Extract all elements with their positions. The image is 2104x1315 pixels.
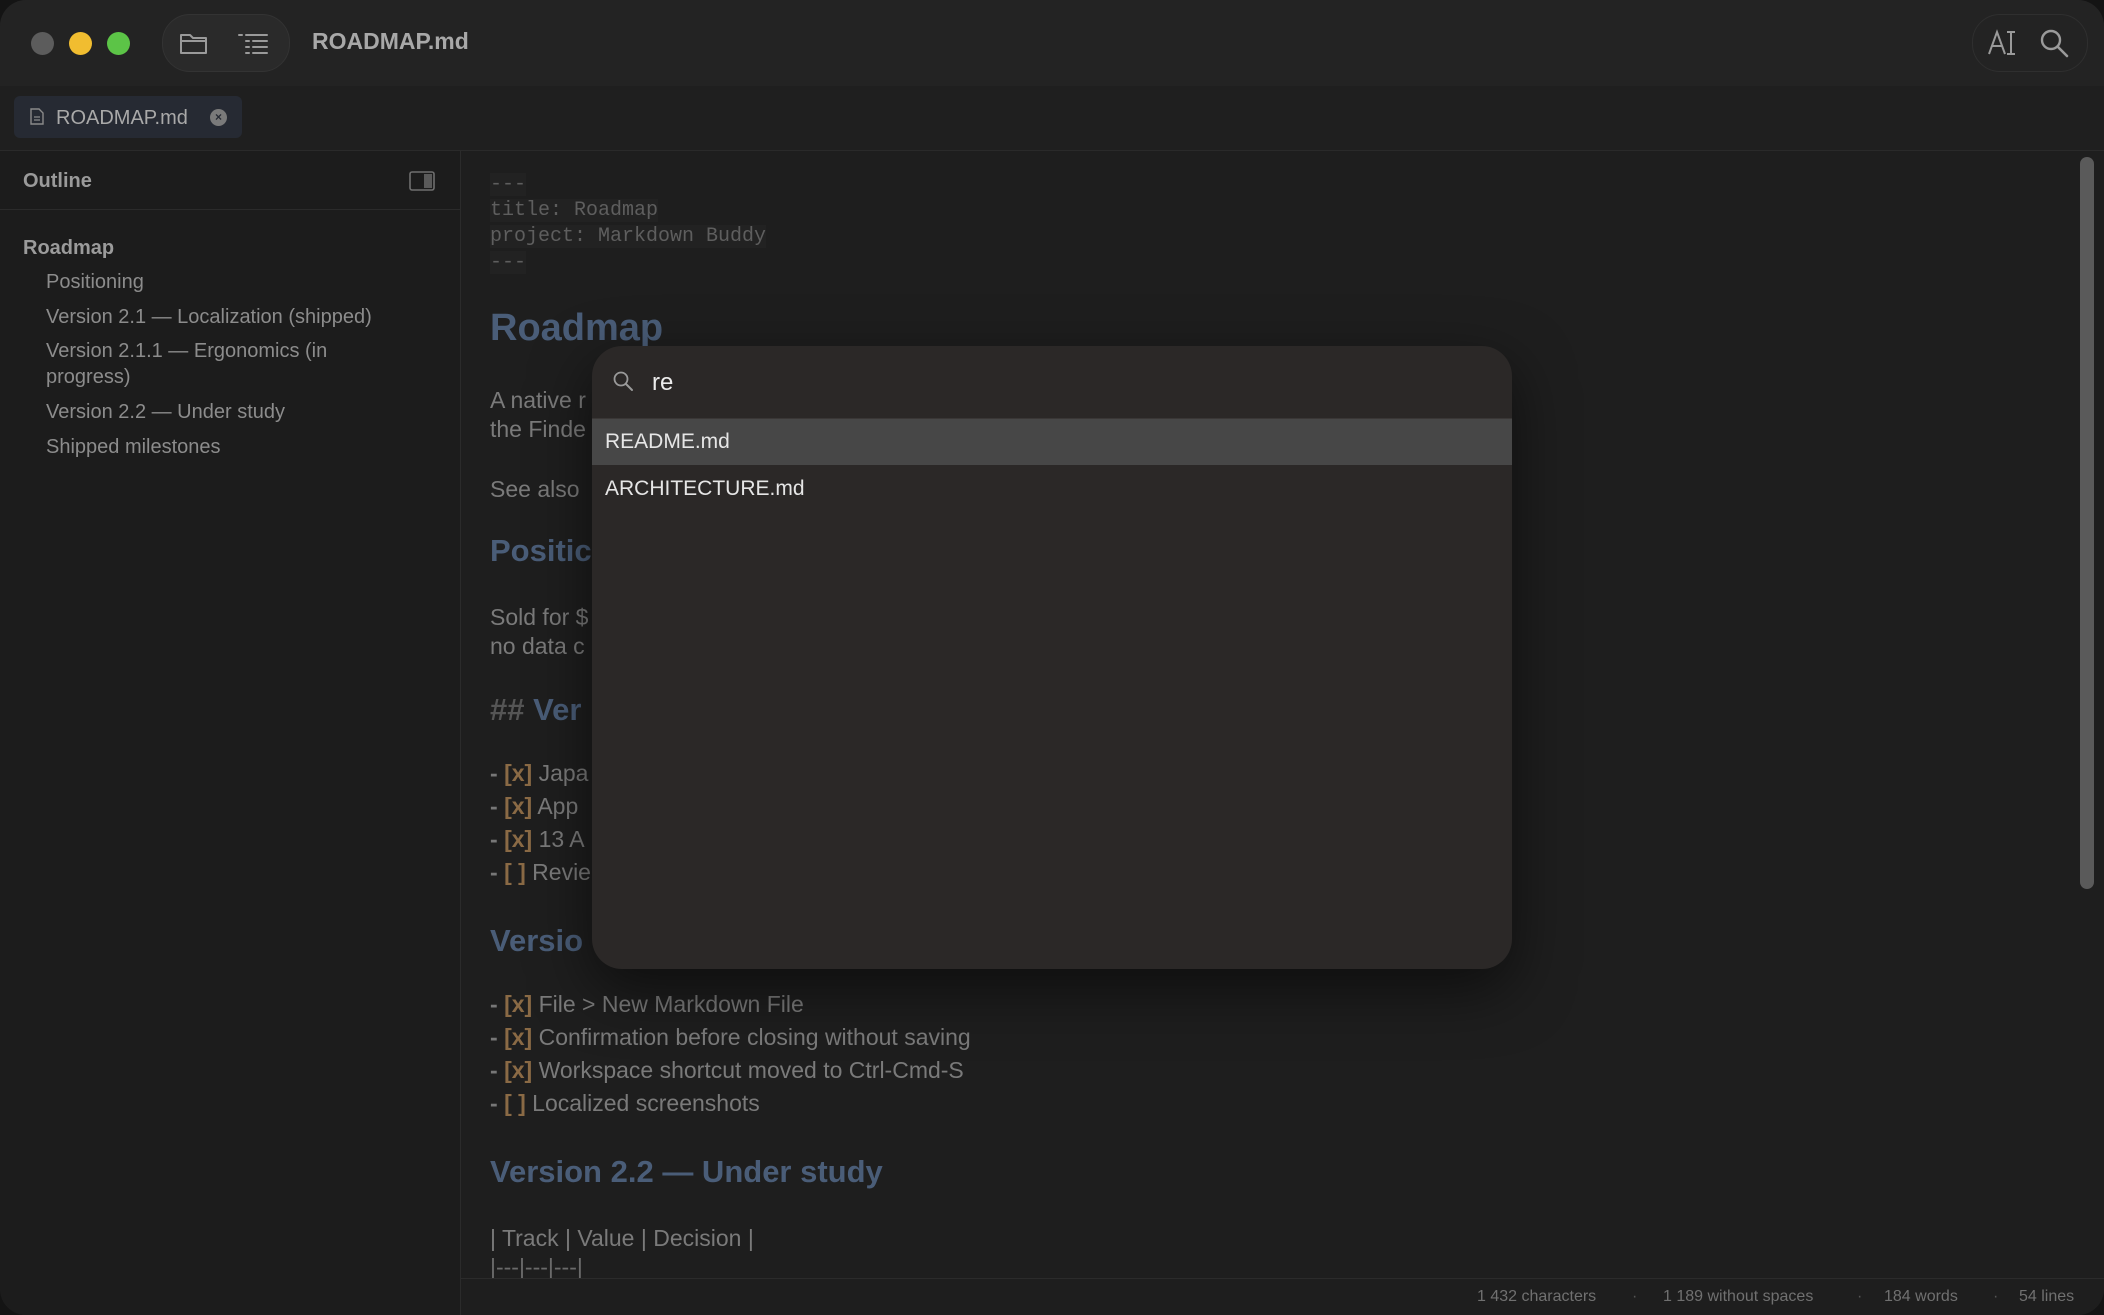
paragraph-line: no data c xyxy=(490,633,585,659)
task-text: File > New Markdown File xyxy=(538,991,804,1017)
task-dash: - xyxy=(490,793,498,819)
outline-item-roadmap[interactable]: Roadmap xyxy=(23,235,114,261)
frontmatter-line: --- xyxy=(490,251,527,274)
heading-version-2-2: Version 2.2 — Under study xyxy=(490,1154,883,1189)
task-checkbox[interactable]: [x] xyxy=(504,826,532,852)
tab-label: ROADMAP.md xyxy=(56,107,188,129)
status-bar: 1 432 characters · 1 189 without spaces … xyxy=(461,1278,2104,1315)
heading-hash-marks: ## xyxy=(490,692,525,727)
task-dash: - xyxy=(490,859,498,885)
document-icon xyxy=(30,108,44,130)
search-icon xyxy=(612,370,634,397)
task-item: - [x] Workspace shortcut moved to Ctrl-C… xyxy=(490,1057,964,1084)
paragraph-line: Sold for $ xyxy=(490,604,589,630)
word-count: 184 words xyxy=(1884,1288,1958,1305)
outline-toggle-icon[interactable] xyxy=(237,29,268,57)
outline-item-version-2-1-1[interactable]: Version 2.1.1 — Ergonomics (in progress) xyxy=(46,338,376,390)
result-item-readme[interactable]: README.md xyxy=(592,419,1512,465)
frontmatter-line: title: Roadmap xyxy=(490,199,659,222)
tab-close-icon[interactable]: × xyxy=(210,109,227,126)
outline-title: Outline xyxy=(23,170,92,192)
task-dash: - xyxy=(490,991,498,1017)
task-item: - [x] Japa xyxy=(490,760,588,787)
task-checkbox[interactable]: [ ] xyxy=(504,1090,526,1116)
table-header-line: | Track | Value | Decision | xyxy=(490,1225,754,1251)
task-item: - [ ] Localized screenshots xyxy=(490,1090,760,1117)
task-text: 13 A xyxy=(538,826,585,852)
character-count: 1 432 characters xyxy=(1477,1288,1597,1305)
outline-item-positioning[interactable]: Positioning xyxy=(46,269,144,295)
paragraph-line: A native r xyxy=(490,387,586,413)
outline-item-shipped-milestones[interactable]: Shipped milestones xyxy=(46,434,221,460)
task-dash: - xyxy=(490,1090,498,1116)
sidebar-toggle-icon[interactable] xyxy=(409,171,435,196)
outline-item-version-2-1[interactable]: Version 2.1 — Localization (shipped) xyxy=(46,304,372,330)
zoom-window-button[interactable] xyxy=(107,32,130,55)
task-checkbox[interactable]: [x] xyxy=(504,1057,532,1083)
task-item: - [ ] Revie xyxy=(490,859,591,886)
heading-positioning: Positic xyxy=(490,533,592,568)
tab-roadmap[interactable]: ROADMAP.md × xyxy=(14,96,242,138)
app-window: ROADMAP.md ROADMAP.md × Outline Roadmap … xyxy=(0,0,2104,1315)
outline-item-version-2-2[interactable]: Version 2.2 — Under study xyxy=(46,399,285,425)
status-separator: · xyxy=(1993,1288,1999,1305)
editor-scrollbar[interactable] xyxy=(2080,157,2094,889)
task-item: - [x] File > New Markdown File xyxy=(490,991,804,1018)
window-title: ROADMAP.md xyxy=(312,28,469,54)
task-dash: - xyxy=(490,1057,498,1083)
result-label: README.md xyxy=(605,430,730,453)
font-size-icon[interactable] xyxy=(1987,28,2019,58)
search-icon[interactable] xyxy=(2039,28,2071,58)
paragraph-line: the Finde xyxy=(490,416,586,442)
frontmatter-line: project: Markdown Buddy xyxy=(490,225,767,248)
task-text: Workspace shortcut moved to Ctrl-Cmd-S xyxy=(538,1057,964,1083)
see-also-line: See also xyxy=(490,476,580,502)
result-item-architecture[interactable]: ARCHITECTURE.md xyxy=(592,466,1512,512)
folder-icon[interactable] xyxy=(179,29,209,57)
task-checkbox[interactable]: [x] xyxy=(504,1024,532,1050)
task-checkbox[interactable]: [x] xyxy=(504,991,532,1017)
task-text: Revie xyxy=(532,859,591,885)
tab-bar: ROADMAP.md × xyxy=(0,86,2104,151)
task-text: Japa xyxy=(538,760,589,786)
status-separator: · xyxy=(1857,1288,1863,1305)
task-item: - [x] Confirmation before closing withou… xyxy=(490,1024,971,1051)
title-bar: ROADMAP.md xyxy=(0,0,2104,86)
quick-open-search-input[interactable] xyxy=(650,362,1474,404)
task-checkbox[interactable]: [x] xyxy=(504,760,532,786)
heading-version-raw: ## Ver xyxy=(490,692,581,728)
task-text: Confirmation before closing without savi… xyxy=(538,1024,971,1050)
task-text: Localized screenshots xyxy=(532,1090,760,1116)
minimize-window-button[interactable] xyxy=(69,32,92,55)
frontmatter-line: --- xyxy=(490,173,527,196)
line-count: 54 lines xyxy=(2019,1288,2075,1305)
result-label: ARCHITECTURE.md xyxy=(605,477,805,500)
outline-sidebar: Outline Roadmap Positioning Version 2.1 … xyxy=(0,151,461,1315)
heading-version-b: Versio xyxy=(490,923,584,958)
task-checkbox[interactable]: [ ] xyxy=(504,859,526,885)
task-checkbox[interactable]: [x] xyxy=(504,793,532,819)
close-window-button[interactable] xyxy=(31,32,54,55)
toolbar-group xyxy=(162,14,290,72)
status-separator: · xyxy=(1632,1288,1638,1305)
task-item: - [x] 13 A xyxy=(490,826,585,853)
task-item: - [x] App xyxy=(490,793,578,820)
outline-header: Outline xyxy=(0,151,460,210)
heading-roadmap: Roadmap xyxy=(490,307,664,349)
task-dash: - xyxy=(490,760,498,786)
char-no-spaces-count: 1 189 without spaces xyxy=(1663,1288,1814,1305)
heading-text: Ver xyxy=(533,692,582,727)
task-dash: - xyxy=(490,1024,498,1050)
task-dash: - xyxy=(490,826,498,852)
task-text: App xyxy=(537,793,579,819)
quick-open-panel: README.md ARCHITECTURE.md xyxy=(592,346,1512,969)
right-toolbar-group xyxy=(1972,14,2088,72)
